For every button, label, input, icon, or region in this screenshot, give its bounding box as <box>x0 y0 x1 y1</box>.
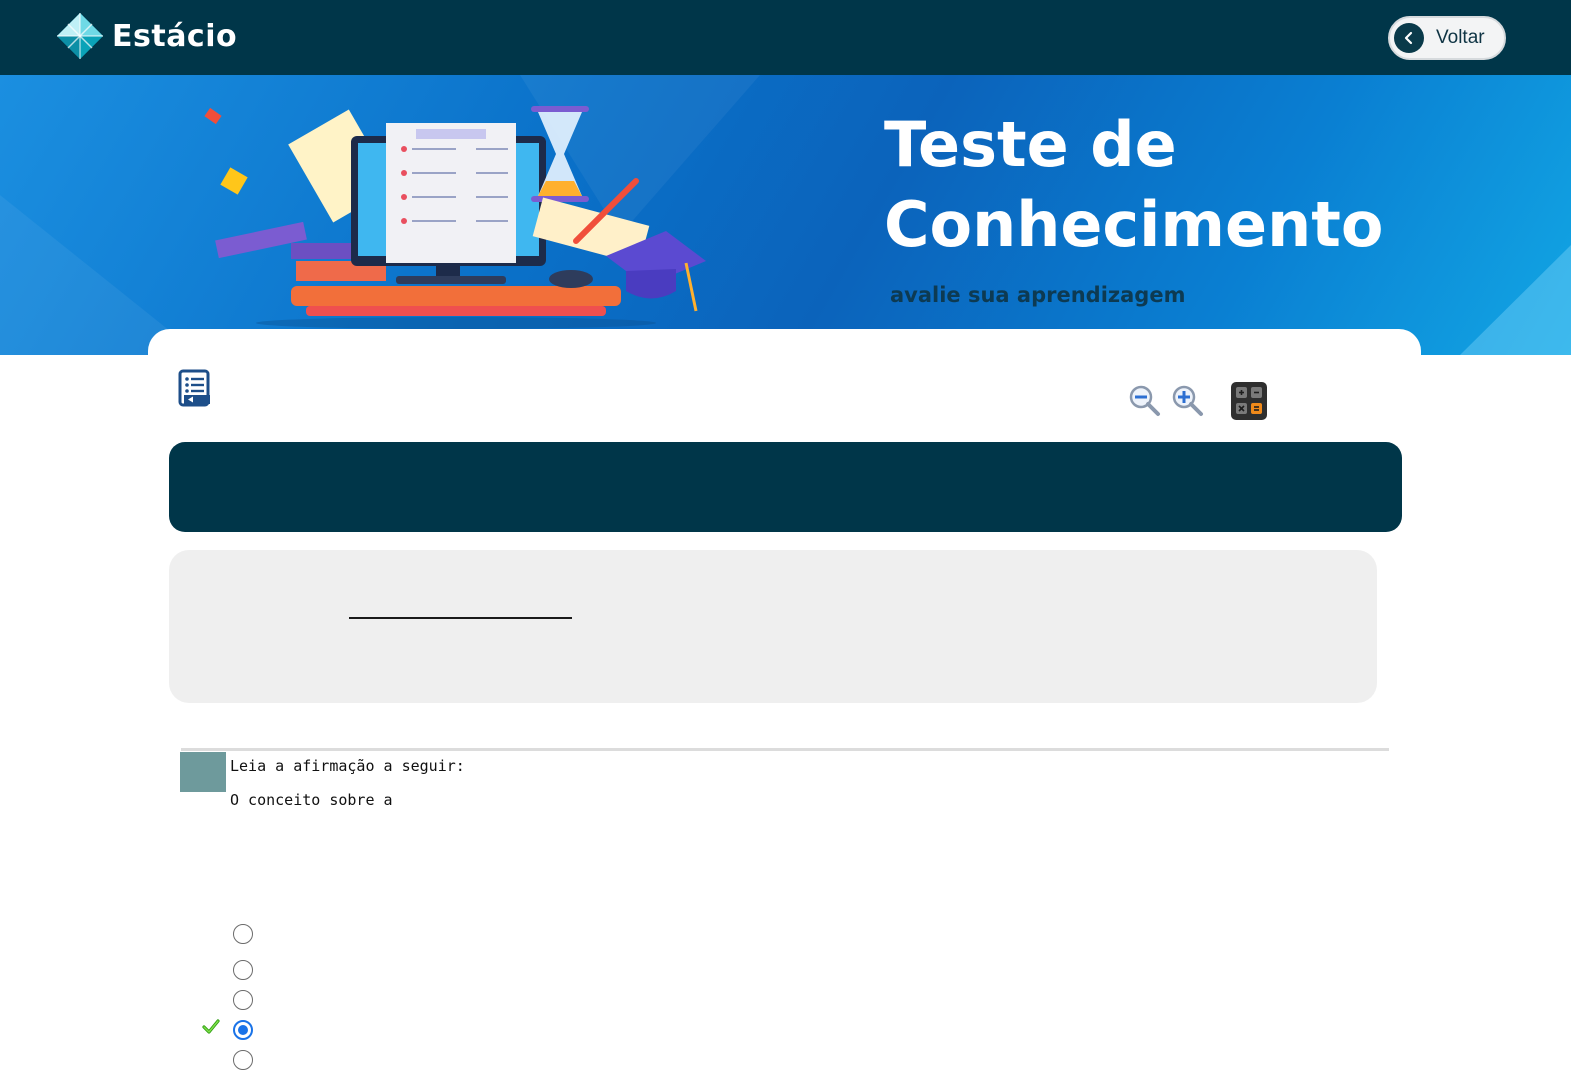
correct-check-icon <box>202 1019 220 1034</box>
brand-name: Estácio <box>112 18 238 54</box>
answer-option-d-radio[interactable] <box>233 1020 253 1040</box>
answer-option-e-radio[interactable] <box>233 1050 253 1070</box>
question-number-box <box>180 752 226 792</box>
chevron-left-icon <box>1394 23 1424 53</box>
question-text-line-2: O conceito sobre a <box>230 791 393 809</box>
estacio-logo[interactable]: Estácio <box>56 12 237 60</box>
calculator-icon[interactable] <box>1230 381 1268 421</box>
banner-title-line-2: Conhecimento <box>884 188 1384 261</box>
question-divider <box>181 748 1389 751</box>
info-underline <box>349 617 572 619</box>
answer-option-b-radio[interactable] <box>233 960 253 980</box>
banner-subtitle: avalie sua aprendizagem <box>890 283 1186 307</box>
banner-title-line-1: Teste de <box>884 108 1177 181</box>
answer-option-c-radio[interactable] <box>233 990 253 1010</box>
question-header-bar <box>169 442 1402 532</box>
exam-illustration <box>204 106 706 329</box>
question-list-icon[interactable] <box>178 369 212 409</box>
back-button-label: Voltar <box>1436 27 1485 48</box>
question-text-line-1: Leia a afirmação a seguir: <box>230 757 465 775</box>
answer-option-a-radio[interactable] <box>233 924 253 944</box>
top-navbar: Estácio Voltar <box>0 0 1571 75</box>
back-button[interactable]: Voltar <box>1388 16 1506 60</box>
zoom-out-icon[interactable] <box>1127 383 1161 417</box>
estacio-logo-icon <box>57 13 103 59</box>
hero-banner: Teste de Conhecimento avalie sua aprendi… <box>0 75 1571 355</box>
banner-title: Teste de Conhecimento <box>884 105 1383 265</box>
zoom-in-icon[interactable] <box>1170 383 1204 417</box>
question-info-box <box>169 550 1377 703</box>
